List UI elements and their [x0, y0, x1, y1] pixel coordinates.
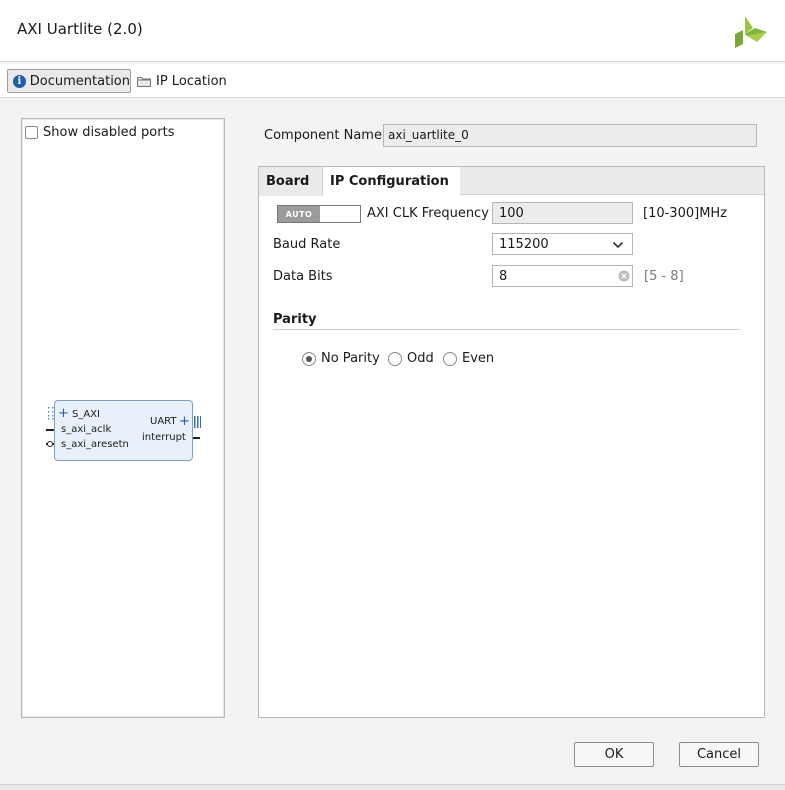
- info-icon: i: [13, 74, 26, 88]
- port-s-axi-aresetn: s_axi_aresetn: [61, 439, 129, 450]
- odd-radio[interactable]: [388, 351, 402, 366]
- auto-toggle-label: AUTO: [278, 206, 320, 222]
- expand-uart-icon[interactable]: +: [179, 414, 190, 429]
- port-s-axi-aclk: s_axi_aclk: [61, 424, 112, 435]
- parity-divider: [273, 329, 740, 330]
- auto-toggle[interactable]: AUTO: [277, 205, 361, 223]
- axi-clk-frequency-label: AXI CLK Frequency: [367, 206, 489, 221]
- component-name-label: Component Name: [264, 128, 382, 143]
- even-label: Even: [462, 351, 495, 366]
- port-interrupt: interrupt: [142, 432, 186, 443]
- reset-pin-bubble: [47, 441, 53, 447]
- no-parity-radio[interactable]: [302, 351, 316, 366]
- parity-section-title: Parity: [273, 312, 317, 327]
- data-bits-label: Data Bits: [273, 269, 333, 284]
- dialog-bottom-edge: [0, 784, 785, 790]
- cancel-button[interactable]: Cancel: [679, 742, 759, 767]
- tab-ip-configuration[interactable]: IP Configuration: [323, 167, 460, 196]
- even-radio[interactable]: [443, 351, 457, 366]
- component-name-field[interactable]: axi_uartlite_0: [383, 124, 757, 147]
- documentation-label: Documentation: [29, 73, 130, 89]
- xilinx-logo-icon: [733, 14, 769, 48]
- data-bits-field[interactable]: 8: [492, 265, 633, 287]
- axi-clk-frequency-field[interactable]: 100: [492, 202, 633, 224]
- ip-location-button[interactable]: IP Location: [137, 71, 227, 91]
- port-uart: UART: [150, 416, 177, 427]
- parity-option-no-parity[interactable]: No Parity: [302, 351, 380, 366]
- baud-rate-label: Baud Rate: [273, 237, 341, 252]
- parity-option-even[interactable]: Even: [443, 351, 494, 366]
- axi-clk-frequency-range: [10-300]MHz: [643, 206, 728, 221]
- data-bits-range: [5 - 8]: [644, 269, 684, 284]
- interrupt-pin-line: [193, 437, 200, 439]
- port-s-axi: S_AXI: [72, 409, 100, 420]
- documentation-button[interactable]: i Documentation: [7, 69, 131, 93]
- baud-rate-value: 115200: [499, 237, 549, 252]
- ok-button[interactable]: OK: [574, 742, 654, 767]
- tab-board[interactable]: Board: [259, 167, 323, 196]
- no-parity-label: No Parity: [321, 351, 380, 366]
- expand-s-axi-icon[interactable]: +: [58, 406, 69, 421]
- uart-bus-connector: [193, 416, 201, 428]
- dialog-title: AXI Uartlite (2.0): [17, 20, 143, 38]
- folder-icon: [137, 76, 151, 87]
- show-disabled-ports-label: Show disabled ports: [43, 125, 175, 140]
- chevron-down-icon[interactable]: [612, 239, 624, 249]
- ip-location-label: IP Location: [156, 73, 227, 89]
- parity-option-odd[interactable]: Odd: [388, 351, 434, 366]
- odd-label: Odd: [407, 351, 434, 366]
- clear-field-icon[interactable]: [618, 270, 630, 282]
- show-disabled-ports-checkbox[interactable]: [25, 126, 38, 139]
- show-disabled-ports-toggle[interactable]: Show disabled ports: [25, 125, 174, 140]
